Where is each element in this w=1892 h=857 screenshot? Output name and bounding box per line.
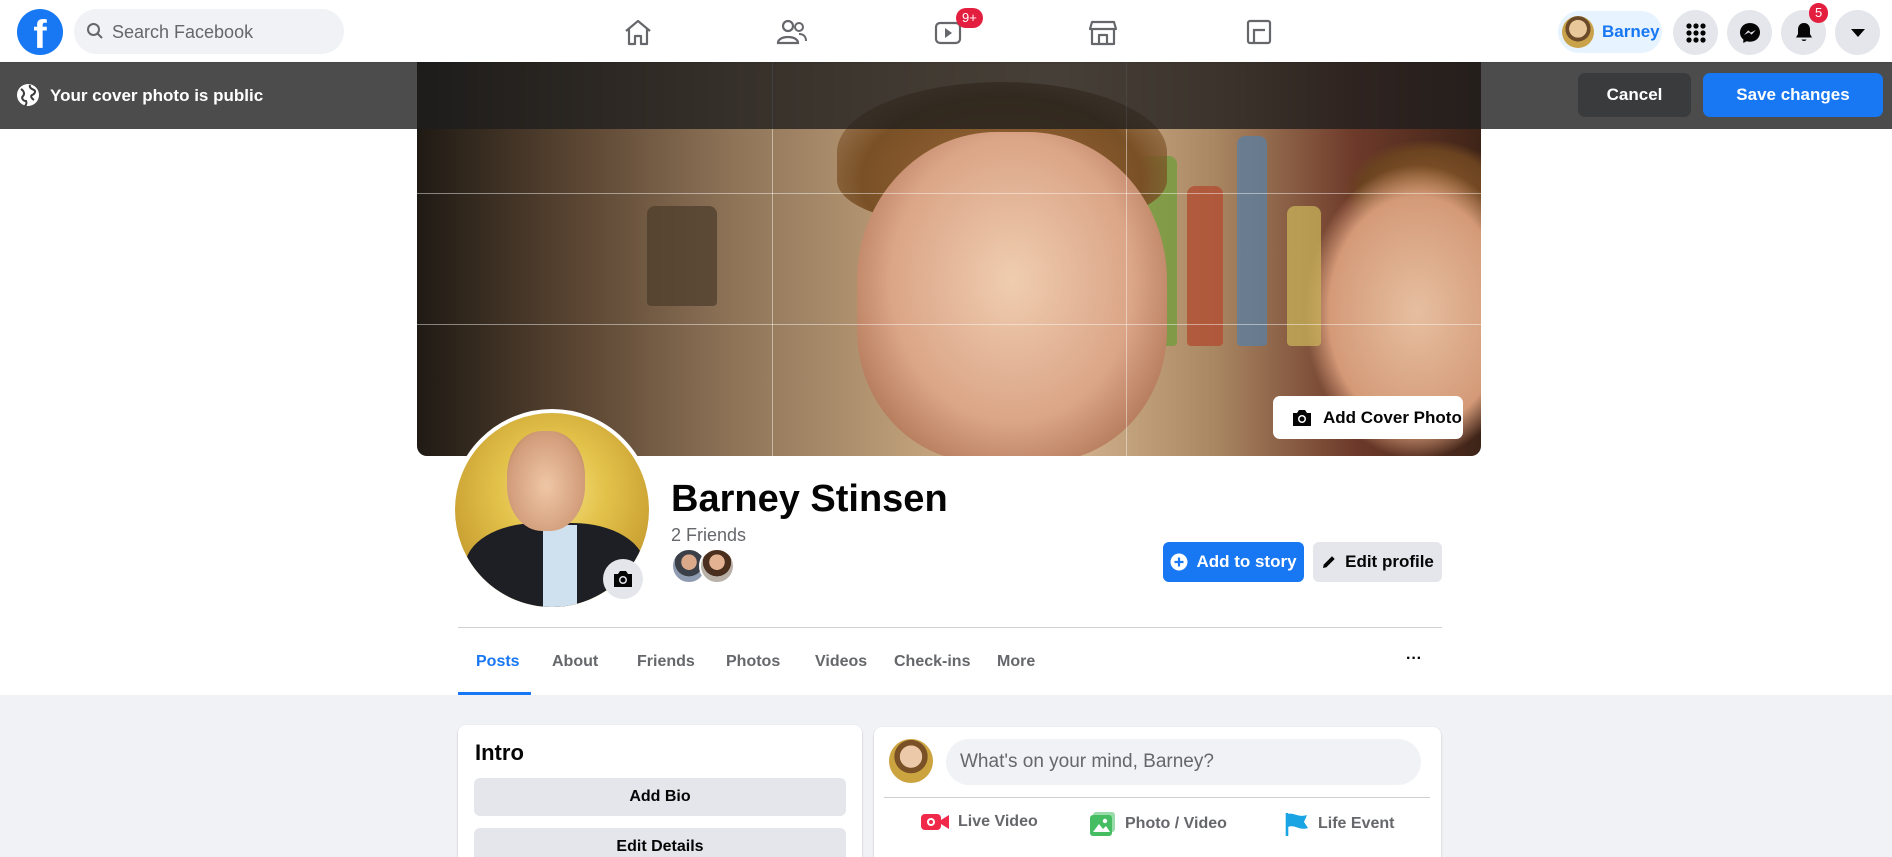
background-bottle bbox=[1287, 206, 1321, 346]
search-placeholder: Search Facebook bbox=[112, 22, 254, 42]
profile-name: Barney Stinsen bbox=[671, 478, 948, 520]
friend-avatar[interactable] bbox=[699, 548, 735, 584]
live-video-button[interactable]: Live Video bbox=[920, 811, 1038, 833]
profile-chip-name: Barney bbox=[1602, 22, 1660, 41]
gaming-icon bbox=[1246, 19, 1272, 45]
avatar bbox=[889, 739, 933, 783]
messenger-button[interactable] bbox=[1727, 10, 1772, 55]
flag-icon bbox=[1285, 813, 1308, 836]
intro-title: Intro bbox=[475, 740, 524, 765]
profile-picture-shirt bbox=[543, 525, 577, 607]
avatar bbox=[1562, 16, 1594, 48]
background-bottle bbox=[1187, 186, 1223, 346]
nav-gaming[interactable] bbox=[1204, 8, 1314, 56]
crop-grid-line bbox=[417, 324, 1481, 325]
life-event-label: Life Event bbox=[1318, 815, 1395, 832]
add-cover-photo-label: Add Cover Photo bbox=[1323, 407, 1462, 427]
apps-grid-icon bbox=[1685, 22, 1706, 43]
nav-home[interactable] bbox=[583, 8, 693, 56]
background-bottle bbox=[1237, 136, 1267, 346]
intro-card: Intro Add Bio Edit Details bbox=[458, 725, 862, 857]
friends-count[interactable]: 2 Friends bbox=[671, 525, 746, 546]
add-cover-photo-button[interactable]: Add Cover Photo bbox=[1273, 396, 1463, 439]
tab-about[interactable]: About bbox=[552, 653, 598, 671]
post-composer: What's on your mind, Barney? Live Video … bbox=[874, 727, 1441, 857]
tab-posts[interactable]: Posts bbox=[476, 653, 520, 671]
more-options-icon[interactable]: ··· bbox=[1406, 650, 1422, 668]
add-to-story-button[interactable]: Add to story bbox=[1163, 542, 1304, 582]
background-frame bbox=[647, 206, 717, 306]
caret-down-icon bbox=[1850, 28, 1865, 37]
edit-profile-label: Edit profile bbox=[1345, 552, 1434, 571]
add-bio-button[interactable]: Add Bio bbox=[474, 778, 846, 816]
tab-check-ins[interactable]: Check-ins bbox=[894, 653, 970, 671]
bell-icon bbox=[1795, 22, 1812, 41]
edit-profile-button[interactable]: Edit profile bbox=[1313, 542, 1442, 582]
menu-button[interactable] bbox=[1673, 10, 1718, 55]
live-video-icon bbox=[921, 814, 949, 830]
notifications-badge: 5 bbox=[1809, 3, 1829, 23]
save-changes-button[interactable]: Save changes bbox=[1703, 73, 1883, 117]
marketplace-icon bbox=[1088, 20, 1118, 46]
camera-icon bbox=[614, 571, 632, 587]
cover-privacy-message: Your cover photo is public bbox=[50, 86, 264, 105]
tab-friends[interactable]: Friends bbox=[637, 653, 695, 671]
top-navbar: f Search Facebook 9+ Barney 5 bbox=[0, 0, 1892, 62]
cancel-button[interactable]: Cancel bbox=[1578, 73, 1691, 117]
tab-videos[interactable]: Videos bbox=[815, 653, 867, 671]
active-tab-indicator bbox=[458, 692, 531, 695]
plus-circle-icon bbox=[1170, 553, 1188, 571]
globe-icon bbox=[17, 84, 39, 107]
life-event-button[interactable]: Life Event bbox=[1284, 811, 1394, 837]
cover-person-face bbox=[857, 132, 1167, 456]
facebook-logo[interactable]: f bbox=[17, 9, 63, 55]
tab-photos[interactable]: Photos bbox=[726, 653, 780, 671]
composer-input[interactable]: What's on your mind, Barney? bbox=[946, 739, 1421, 785]
tab-more[interactable]: More bbox=[997, 653, 1035, 671]
camera-icon bbox=[1293, 409, 1311, 426]
pencil-icon bbox=[1323, 556, 1335, 568]
home-icon bbox=[625, 19, 651, 46]
profile-chip[interactable]: Barney bbox=[1558, 11, 1662, 53]
live-video-label: Live Video bbox=[958, 813, 1038, 830]
search-input[interactable]: Search Facebook bbox=[74, 9, 344, 54]
account-button[interactable] bbox=[1835, 10, 1880, 55]
nav-watch[interactable]: 9+ bbox=[893, 8, 1003, 56]
crop-grid-line bbox=[417, 193, 1481, 194]
cover-edit-bar: Your cover photo is public Cancel Save c… bbox=[0, 62, 1892, 129]
edit-details-button[interactable]: Edit Details bbox=[474, 828, 846, 857]
nav-friends[interactable] bbox=[737, 8, 847, 56]
notifications-button[interactable]: 5 bbox=[1781, 3, 1829, 55]
profile-picture-face bbox=[507, 431, 585, 531]
composer-divider bbox=[884, 797, 1430, 798]
photo-video-button[interactable]: Photo / Video bbox=[1089, 811, 1227, 837]
photo-icon bbox=[1090, 812, 1115, 836]
search-icon bbox=[87, 23, 103, 39]
watch-badge: 9+ bbox=[956, 8, 983, 28]
add-to-story-label: Add to story bbox=[1196, 552, 1297, 571]
messenger-icon bbox=[1739, 22, 1760, 43]
photo-video-label: Photo / Video bbox=[1125, 815, 1227, 832]
header-divider bbox=[458, 627, 1442, 628]
friends-icon bbox=[776, 19, 807, 45]
update-profile-picture-button[interactable] bbox=[603, 559, 643, 599]
nav-marketplace[interactable] bbox=[1048, 8, 1158, 56]
